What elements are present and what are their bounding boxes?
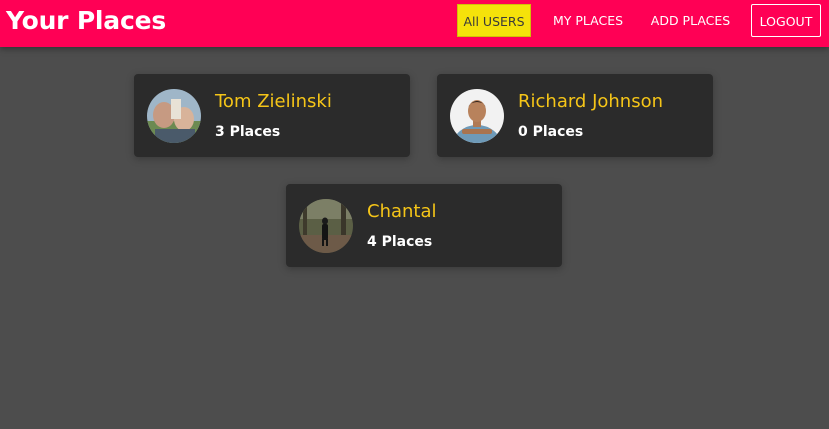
user-photo-icon xyxy=(147,89,201,143)
user-name: Richard Johnson xyxy=(518,91,664,112)
nav-my-places[interactable]: MY PLACES xyxy=(545,4,631,37)
place-count: 3 Places xyxy=(215,124,281,140)
user-card[interactable]: Chantal 4 Places xyxy=(286,184,562,267)
user-avatar xyxy=(450,89,504,143)
user-name: Tom Zielinski xyxy=(215,91,332,112)
user-photo-icon xyxy=(450,89,504,143)
user-avatar xyxy=(147,89,201,143)
nav-all-users[interactable]: All USERS xyxy=(457,4,531,37)
place-count: 4 Places xyxy=(367,234,433,250)
nav-add-places[interactable]: ADD PLACES xyxy=(643,4,738,37)
place-count: 0 Places xyxy=(518,124,584,140)
user-card[interactable]: Tom Zielinski 3 Places xyxy=(134,74,410,157)
user-name: Chantal xyxy=(367,201,437,222)
user-avatar xyxy=(299,199,353,253)
logout-button[interactable]: LOGOUT xyxy=(751,4,821,37)
main-header: Your Places All USERS MY PLACES ADD PLAC… xyxy=(0,0,829,47)
main-navigation: All USERS MY PLACES ADD PLACES LOGOUT xyxy=(0,0,829,47)
user-photo-icon xyxy=(299,199,353,253)
user-card[interactable]: Richard Johnson 0 Places xyxy=(437,74,713,157)
